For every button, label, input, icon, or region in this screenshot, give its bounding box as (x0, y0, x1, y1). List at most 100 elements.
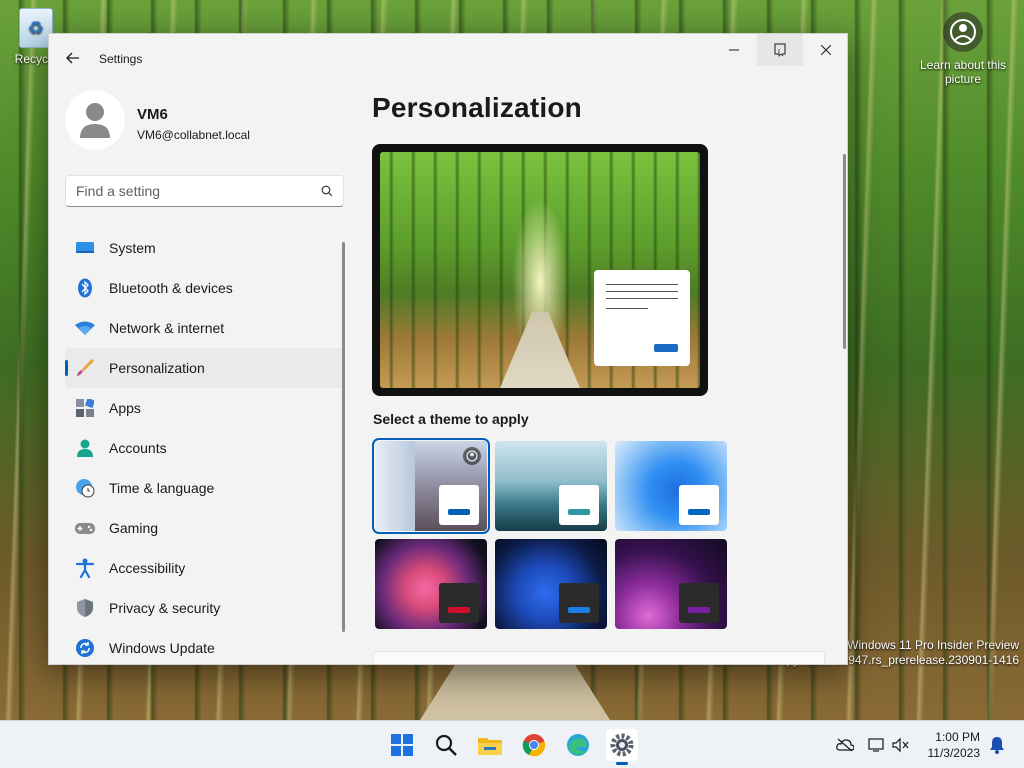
theme-card (439, 485, 479, 525)
chrome-button[interactable] (518, 729, 550, 761)
theme-accent-bar (568, 509, 590, 515)
learn-label: Learn about this picture (919, 58, 1007, 86)
page-title: Personalization (372, 92, 582, 123)
sidebar-item-label: Windows Update (109, 640, 215, 656)
theme-windows-light[interactable] (615, 441, 727, 531)
sidebar-item-label: System (109, 240, 156, 256)
taskbar-clock[interactable]: 1:00 PM 11/3/2023 (928, 729, 981, 761)
start-button[interactable] (386, 729, 418, 761)
close-icon (821, 45, 831, 55)
theme-card (679, 583, 719, 623)
preview-window-card (594, 270, 690, 366)
sidebar-item-label: Personalization (109, 360, 205, 376)
taskbar: 1:00 PM 11/3/2023 (0, 720, 1024, 768)
search-icon (435, 734, 457, 756)
theme-flow[interactable] (615, 539, 727, 629)
sidebar-item-label: Accounts (109, 440, 167, 456)
preview-accent-button (654, 344, 678, 352)
minimize-button[interactable] (711, 34, 757, 66)
settings-card[interactable] (373, 651, 825, 664)
sidebar-item-gaming[interactable]: Gaming (65, 508, 345, 548)
settings-icon (610, 733, 634, 757)
theme-card (679, 485, 719, 525)
update-icon (75, 638, 95, 658)
theme-heading: Select a theme to apply (373, 411, 529, 427)
sidebar-item-accessibility[interactable]: Accessibility (65, 548, 345, 588)
preview-wallpaper (380, 152, 700, 388)
sidebar-scrollbar[interactable] (342, 242, 345, 632)
avatar (65, 90, 125, 150)
search-input[interactable]: Find a setting (65, 175, 344, 207)
brush-icon (75, 358, 95, 378)
sidebar-item-label: Time & language (109, 480, 215, 496)
theme-glow[interactable] (495, 441, 607, 531)
user-email: VM6@collabnet.local (137, 128, 250, 142)
taskbar-search-button[interactable] (430, 729, 462, 761)
sidebar-item-label: Privacy & security (109, 600, 221, 616)
bell-icon (990, 737, 1004, 754)
gamepad-icon (75, 518, 95, 538)
cloud-offline-icon (836, 738, 854, 752)
sidebar-item-label: Accessibility (109, 560, 186, 576)
settings-window: Settings VM6 VM6@collabnet.local Find a … (48, 33, 848, 665)
sidebar-nav: System Bluetooth & devices Network & int… (65, 228, 345, 664)
monitor-icon (75, 238, 95, 258)
spotlight-badge-icon (463, 447, 481, 465)
sidebar-item-label: Apps (109, 400, 141, 416)
theme-accent-bar (688, 607, 710, 613)
theme-windows-dark[interactable] (495, 539, 607, 629)
person-icon (75, 438, 95, 458)
tray-volume-button[interactable] (892, 736, 910, 754)
volume-muted-icon (892, 737, 909, 753)
user-profile[interactable]: VM6 VM6@collabnet.local (65, 90, 365, 154)
edge-button[interactable] (562, 729, 594, 761)
bluetooth-icon (75, 278, 95, 298)
theme-captured-motion[interactable] (375, 539, 487, 629)
sidebar-item-system[interactable]: System (65, 228, 345, 268)
sidebar-item-accounts[interactable]: Accounts (65, 428, 345, 468)
network-icon (868, 738, 884, 752)
theme-accent-bar (568, 607, 590, 613)
tray-network-button[interactable] (868, 736, 886, 754)
sidebar-item-privacy-security[interactable]: Privacy & security (65, 588, 345, 628)
sidebar-item-label: Gaming (109, 520, 159, 536)
maximize-button[interactable] (757, 34, 803, 66)
sidebar-item-network[interactable]: Network & internet (65, 308, 345, 348)
file-explorer-button[interactable] (474, 729, 506, 761)
accessibility-icon (75, 558, 95, 578)
globe-clock-icon (75, 478, 95, 498)
edge-icon (567, 734, 589, 756)
sidebar-item-bluetooth[interactable]: Bluetooth & devices (65, 268, 345, 308)
sidebar-item-windows-update[interactable]: Windows Update (65, 628, 345, 664)
theme-windows-spotlight[interactable] (372, 438, 490, 534)
theme-accent-bar (448, 509, 470, 515)
shield-icon (75, 598, 95, 618)
content-scrollbar[interactable] (843, 154, 846, 349)
title-bar[interactable]: Settings (49, 34, 847, 82)
tray-weather-button[interactable] (836, 736, 854, 754)
start-icon (391, 734, 413, 756)
back-button[interactable] (61, 46, 85, 70)
settings-taskbar-button[interactable] (606, 729, 638, 765)
sidebar-item-label: Bluetooth & devices (109, 280, 233, 296)
sidebar-item-label: Network & internet (109, 320, 225, 336)
close-button[interactable] (803, 34, 847, 66)
spotlight-icon (943, 12, 983, 52)
clock-date: 11/3/2023 (927, 746, 981, 760)
theme-card (559, 485, 599, 525)
file-explorer-icon (478, 738, 502, 755)
theme-card (559, 583, 599, 623)
theme-preview (372, 144, 708, 396)
sidebar-item-time-language[interactable]: Time & language (65, 468, 345, 508)
learn-about-picture[interactable]: Learn about this picture (918, 12, 1008, 86)
search-placeholder: Find a setting (76, 183, 161, 199)
arrow-left-icon (66, 52, 79, 64)
window-title: Settings (99, 52, 143, 66)
search-icon (321, 184, 333, 200)
minimize-icon (729, 49, 739, 51)
preview-line (606, 308, 648, 309)
sidebar-item-personalization[interactable]: Personalization (65, 348, 345, 388)
sidebar-item-apps[interactable]: Apps (65, 388, 345, 428)
notification-button[interactable] (988, 736, 1006, 754)
user-name: VM6 (137, 106, 168, 123)
